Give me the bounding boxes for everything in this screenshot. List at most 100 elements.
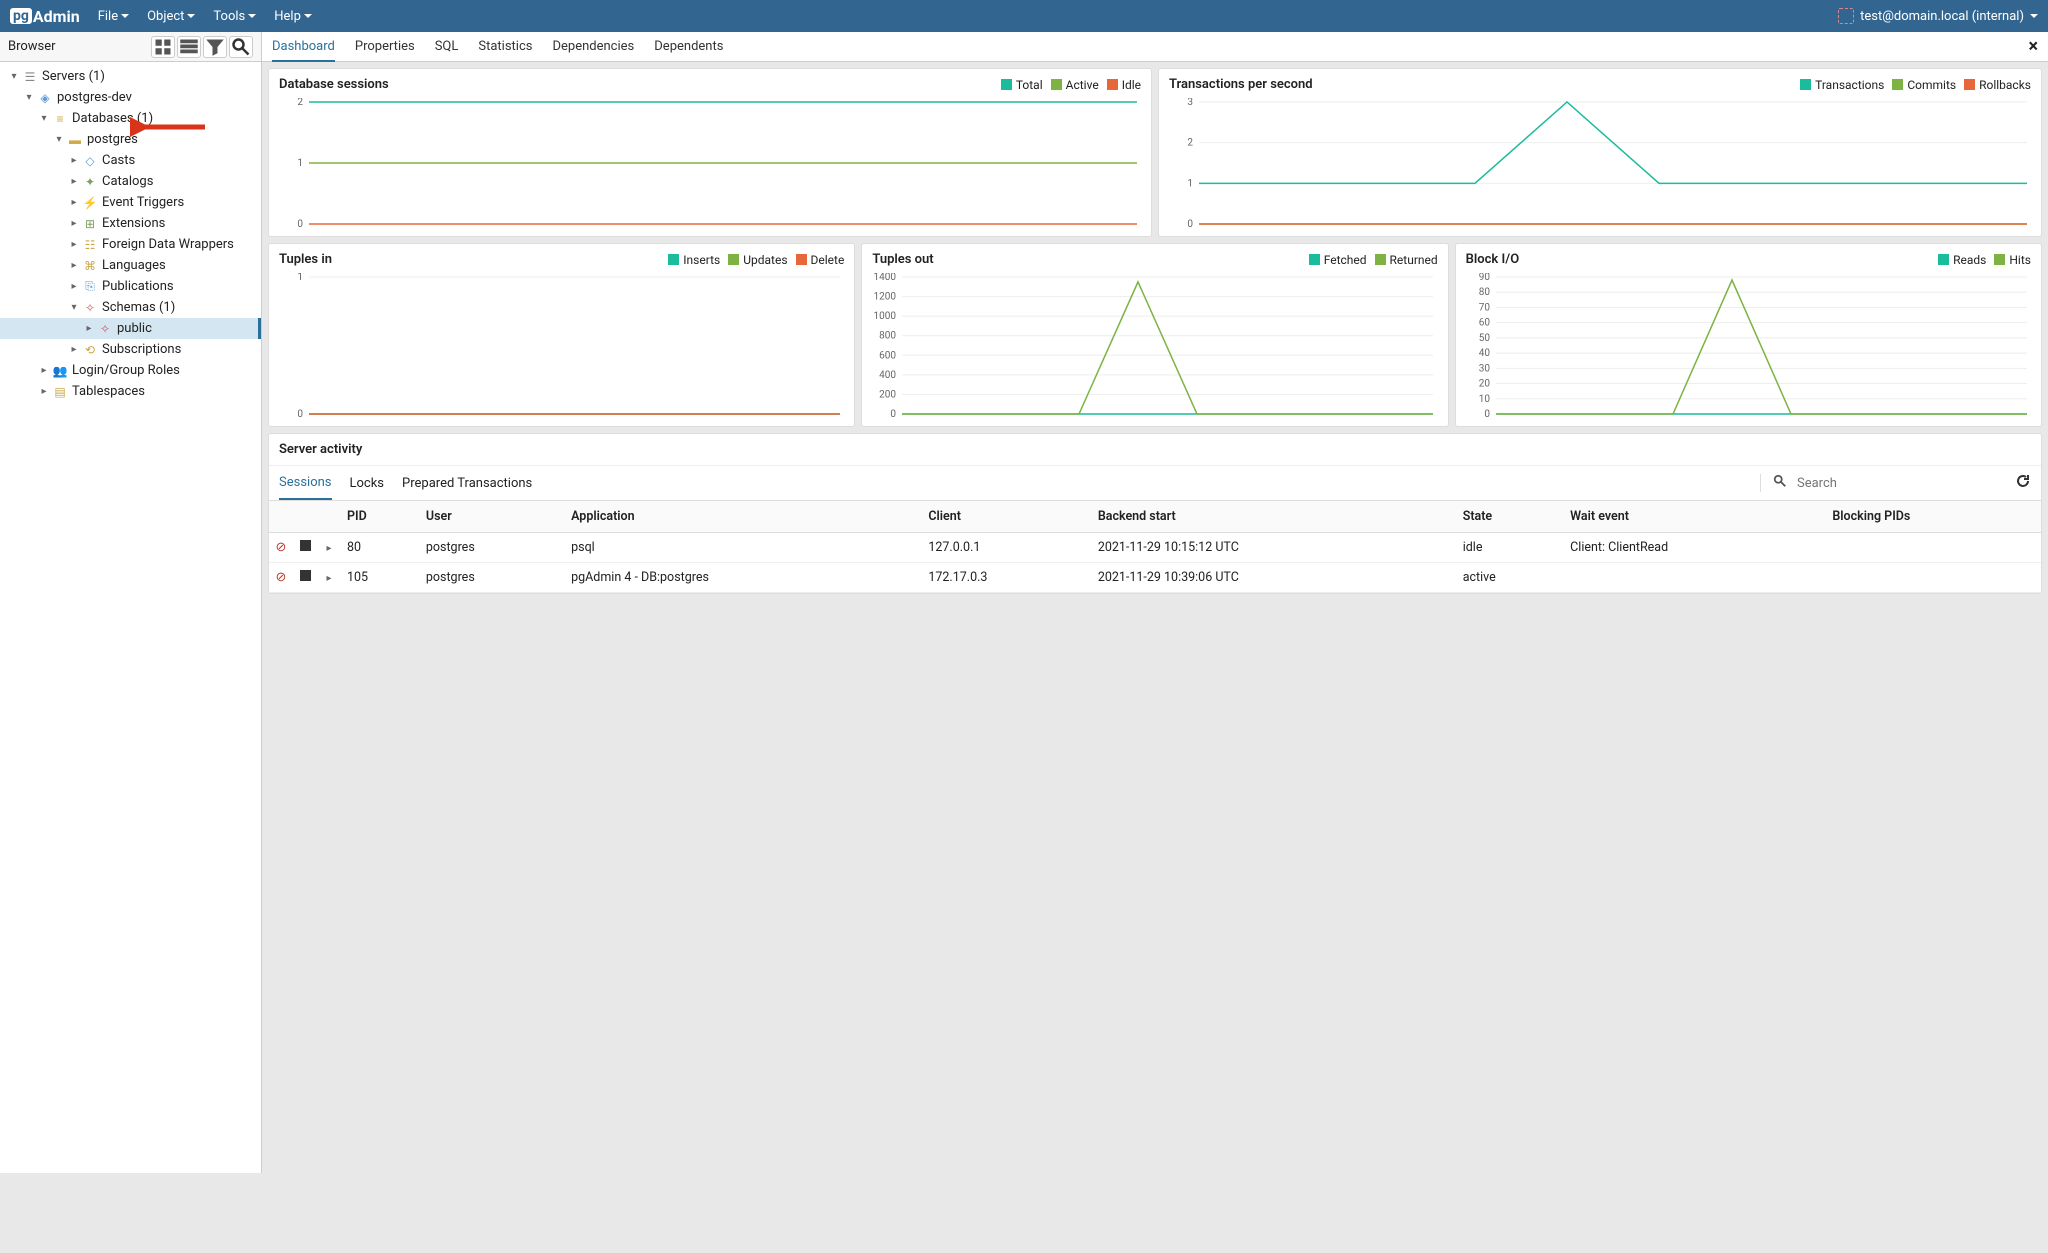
search-input[interactable] [1797,476,1997,491]
svg-text:1400: 1400 [874,273,897,283]
activity-tab-locks[interactable]: Locks [350,468,385,499]
tree-extensions[interactable]: ▸⊞Extensions [0,213,261,234]
col-state[interactable]: State [1457,501,1564,533]
expand-row-icon[interactable]: ▸ [326,573,331,584]
svg-text:0: 0 [297,409,303,418]
tab-dependents[interactable]: Dependents [654,33,723,60]
chart-title: Database sessions [279,77,389,92]
svg-text:600: 600 [879,350,896,361]
tree-db-postgres[interactable]: ▾▬postgres [0,129,261,150]
legend-inserts: Inserts [668,253,720,267]
cell-user: postgres [420,533,565,563]
search-objects-button[interactable] [229,36,253,58]
logo-prefix: pg [10,8,32,24]
close-tab-button[interactable]: × [2028,36,2038,57]
svg-text:1: 1 [297,273,303,283]
col-blocking-pids[interactable]: Blocking PIDs [1826,501,2041,533]
terminate-icon[interactable]: ⊘ [276,540,287,555]
col-backend-start[interactable]: Backend start [1092,501,1457,533]
tab-properties[interactable]: Properties [355,33,415,60]
tab-dashboard[interactable]: Dashboard [272,33,335,62]
menu-object[interactable]: Object [147,9,195,24]
svg-text:0: 0 [297,219,303,228]
menu-file[interactable]: File [98,9,129,24]
refresh-button[interactable] [2015,473,2031,493]
svg-text:0: 0 [891,409,897,418]
legend-updates: Updates [728,253,787,267]
tree-servers[interactable]: ▾☰Servers (1) [0,66,261,87]
browser-title: Browser [8,39,151,54]
chart-title: Block I/O [1466,252,1520,267]
activity-tab-prepared[interactable]: Prepared Transactions [402,468,532,499]
svg-text:70: 70 [1478,302,1490,313]
svg-text:2: 2 [1187,138,1193,149]
legend-total: Total [1001,78,1043,92]
cell-client: 172.17.0.3 [922,563,1091,593]
svg-text:800: 800 [879,331,896,342]
object-tree[interactable]: ▾☰Servers (1) ▾◈postgres-dev ▾≡Databases… [0,62,261,1173]
legend-hits: Hits [1994,253,2031,267]
table-row[interactable]: ⊘▸105postgrespgAdmin 4 - DB:postgres172.… [269,563,2041,593]
tree-subscriptions[interactable]: ▸⟲Subscriptions [0,339,261,360]
chart-title: Tuples in [279,252,332,267]
col-application[interactable]: Application [565,501,922,533]
col-pid[interactable]: PID [341,501,420,533]
table-row[interactable]: ⊘▸80postgrespsql127.0.0.12021-11-29 10:1… [269,533,2041,563]
chart-svg: 01 [279,273,844,418]
tree-login-roles[interactable]: ▸👥Login/Group Roles [0,360,261,381]
chart-svg: 0 1 2 [279,98,1141,228]
query-tool-button[interactable] [151,36,175,58]
tree-publications[interactable]: ▸⎘Publications [0,276,261,297]
tab-dependencies[interactable]: Dependencies [552,33,634,60]
tree-casts[interactable]: ▸◇Casts [0,150,261,171]
col-wait-event[interactable]: Wait event [1564,501,1826,533]
tree-event-triggers[interactable]: ▸⚡Event Triggers [0,192,261,213]
user-menu[interactable]: test@domain.local (internal) [1838,8,2038,24]
tree-server-node[interactable]: ▾◈postgres-dev [0,87,261,108]
terminate-icon[interactable]: ⊘ [276,570,287,585]
svg-text:30: 30 [1478,363,1490,374]
col-client[interactable]: Client [922,501,1091,533]
sessions-table: PID User Application Client Backend star… [269,501,2041,593]
chart-title: Tuples out [872,252,933,267]
tree-schema-public[interactable]: ▸✧public [0,318,261,339]
chart-tps: Transactions per second Transactions Com… [1158,68,2042,237]
tab-statistics[interactable]: Statistics [478,33,532,60]
top-menubar: pgAdmin File Object Tools Help test@doma… [0,0,2048,32]
cell-application: psql [565,533,922,563]
menu-tools[interactable]: Tools [213,9,256,24]
tree-fdw[interactable]: ▸☷Foreign Data Wrappers [0,234,261,255]
stop-icon[interactable] [300,570,311,581]
legend-idle: Idle [1107,78,1141,92]
view-data-button[interactable] [177,36,201,58]
svg-text:80: 80 [1478,287,1490,298]
server-activity-panel: Server activity Sessions Locks Prepared … [268,433,2042,594]
svg-text:1: 1 [297,158,303,169]
menu-help[interactable]: Help [274,9,312,24]
tree-schemas[interactable]: ▾✧Schemas (1) [0,297,261,318]
chart-svg: 0102030405060708090 [1466,273,2031,418]
svg-text:2: 2 [297,98,303,108]
col-user[interactable]: User [420,501,565,533]
filter-button[interactable] [203,36,227,58]
cell-application: pgAdmin 4 - DB:postgres [565,563,922,593]
expand-row-icon[interactable]: ▸ [326,543,331,554]
tab-sql[interactable]: SQL [435,33,459,60]
activity-tab-sessions[interactable]: Sessions [279,467,332,500]
cell-state: idle [1457,533,1564,563]
svg-text:50: 50 [1478,333,1490,344]
tree-catalogs[interactable]: ▸✦Catalogs [0,171,261,192]
browser-sidebar: Browser ▾☰Servers (1) ▾◈postgres-dev ▾≡D… [0,32,262,1173]
svg-text:1200: 1200 [874,292,897,303]
chart-db-sessions: Database sessions Total Active Idle 012 [268,68,1152,237]
legend-rollbacks: Rollbacks [1964,78,2031,92]
tree-languages[interactable]: ▸⌘Languages [0,255,261,276]
search-icon [1773,474,1787,492]
legend-fetched: Fetched [1309,253,1367,267]
tree-tablespaces[interactable]: ▸▤Tablespaces [0,381,261,402]
tree-databases[interactable]: ▾≡Databases (1) [0,108,261,129]
stop-icon[interactable] [300,540,311,551]
svg-text:90: 90 [1478,273,1490,283]
cell-pid: 80 [341,533,420,563]
cell-wait-event [1564,563,1826,593]
